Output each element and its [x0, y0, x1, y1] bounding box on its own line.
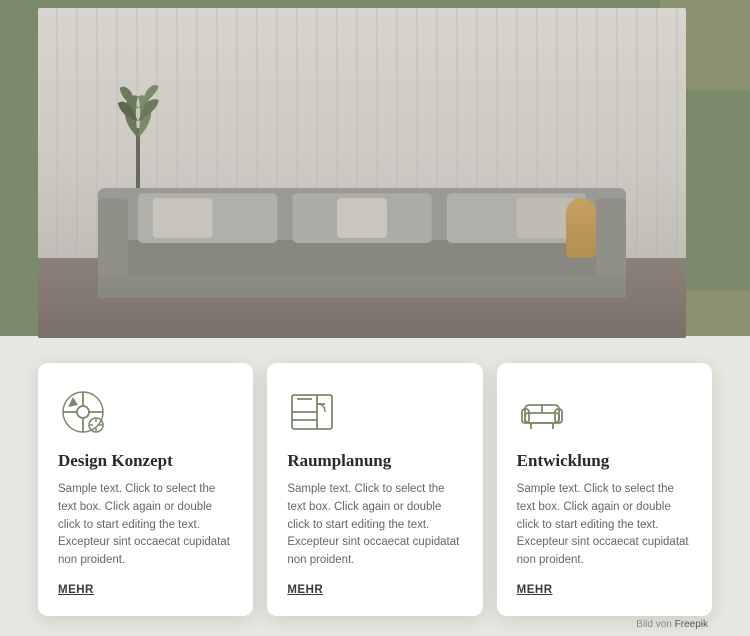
floor-plan-icon: [287, 387, 337, 437]
cards-section: Design Konzept Sample text. Click to sel…: [38, 363, 712, 616]
lamp: [566, 198, 596, 258]
freepik-link[interactable]: Freepik: [675, 619, 708, 630]
card-design-konzept-text: Sample text. Click to select the text bo…: [58, 481, 233, 570]
card-entwicklung-text: Sample text. Click to select the text bo…: [517, 481, 692, 570]
card-raumplanung-text: Sample text. Click to select the text bo…: [287, 481, 462, 570]
card-design-konzept-title: Design Konzept: [58, 451, 233, 471]
image-credit: Bild von Freepik: [636, 619, 708, 630]
hero-image: [38, 8, 686, 338]
card-entwicklung-title: Entwicklung: [517, 451, 692, 471]
card-design-konzept-link[interactable]: MEHR: [58, 584, 233, 596]
sofa: [98, 188, 626, 298]
design-icon: [58, 387, 108, 437]
card-raumplanung: Raumplanung Sample text. Click to select…: [267, 363, 482, 616]
card-raumplanung-link[interactable]: MEHR: [287, 584, 462, 596]
card-entwicklung: Entwicklung Sample text. Click to select…: [497, 363, 712, 616]
furniture-icon: [517, 387, 567, 437]
page-wrapper: Design Konzept Sample text. Click to sel…: [0, 0, 750, 636]
card-entwicklung-link[interactable]: MEHR: [517, 584, 692, 596]
card-raumplanung-title: Raumplanung: [287, 451, 462, 471]
card-design-konzept: Design Konzept Sample text. Click to sel…: [38, 363, 253, 616]
